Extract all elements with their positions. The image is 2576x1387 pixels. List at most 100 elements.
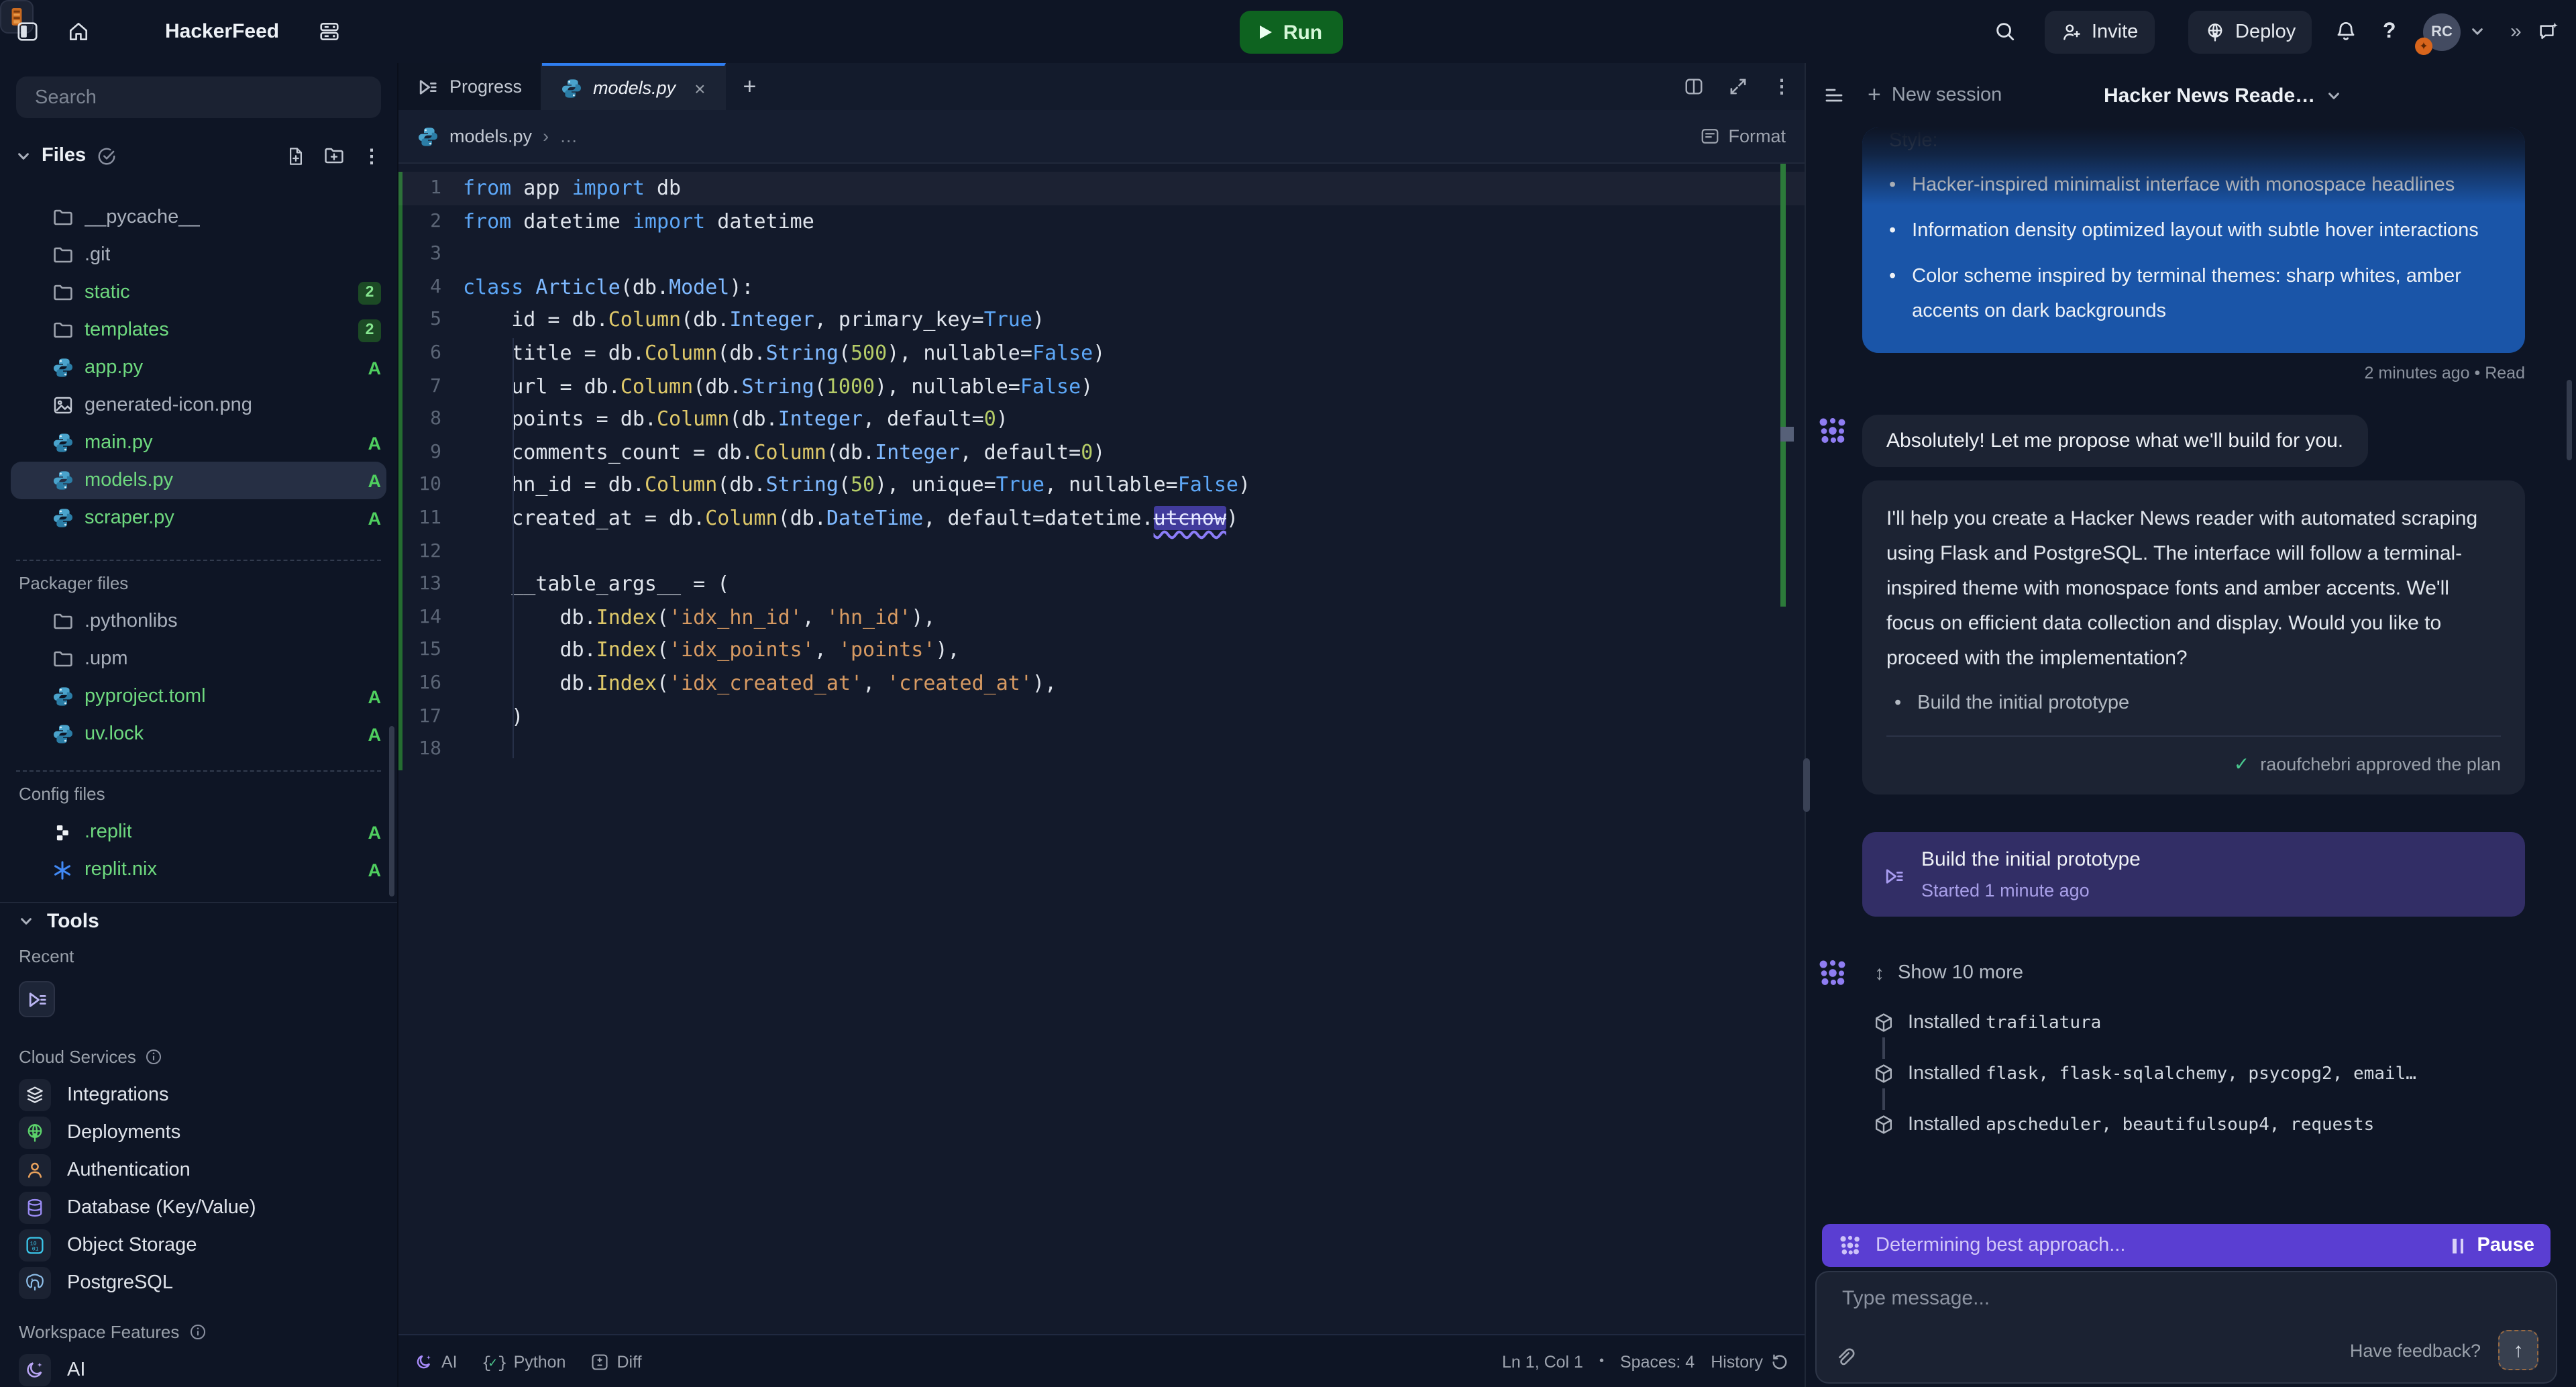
sidebar-item-integrations[interactable]: Integrations [0,1076,397,1114]
show-more-button[interactable]: Show 10 more [1898,962,2023,984]
indentation-setting[interactable]: Spaces: 4 [1620,1352,1695,1371]
send-button[interactable]: ↑ [2498,1330,2538,1370]
sidebar-item-database-key-value-[interactable]: Database (Key/Value) [0,1189,397,1227]
attachment-paperclip-icon[interactable] [1834,1347,1856,1369]
file-item-.replit[interactable]: .replitA [0,813,397,851]
message-input[interactable] [1839,1286,2349,1311]
chevron-down-icon[interactable] [2470,0,2485,63]
code-line-15[interactable]: 15 db.Index('idx_points', 'points'), [398,634,1805,667]
sidebar-item-authentication[interactable]: Authentication [0,1151,397,1189]
code-line-2[interactable]: 2from datetime import datetime [398,205,1805,238]
kebab-menu-icon[interactable]: ⋮ [1772,75,1791,98]
split-pane-icon[interactable] [1684,76,1704,97]
search-box[interactable] [16,76,381,118]
file-item-generated-icon.png[interactable]: generated-icon.png [0,387,397,424]
file-item-.git[interactable]: .git [0,236,397,274]
code-line-7[interactable]: 7 url = db.Column(db.String(1000), nulla… [398,370,1805,403]
format-button[interactable]: Format [1700,126,1786,146]
sidebar-item-postgresql[interactable]: PostgreSQL [0,1264,397,1302]
code-line-10[interactable]: 10 hn_id = db.Column(db.String(50), uniq… [398,469,1805,502]
feedback-link[interactable]: Have feedback? [2350,1341,2481,1361]
recent-tool-tile[interactable] [19,981,55,1017]
file-item-models.py[interactable]: models.pyA [0,462,397,499]
expand-icon[interactable] [1728,76,1748,97]
new-folder-icon[interactable] [323,145,345,166]
sidebar-item-deployments[interactable]: Deployments [0,1114,397,1151]
invite-button[interactable]: Invite [2045,11,2154,54]
file-item-__pycache__[interactable]: __pycache__ [0,199,397,236]
status-python-button[interactable]: {✓}Python [482,1352,566,1371]
deploy-button[interactable]: Deploy [2188,11,2312,54]
sidebar-scrollbar[interactable] [389,726,394,896]
file-item-scraper.py[interactable]: scraper.pyA [0,499,397,537]
code-line-8[interactable]: 8 points = db.Column(db.Integer, default… [398,403,1805,435]
file-item-replit.nix[interactable]: replit.nixA [0,851,397,888]
chat-scroll-area[interactable]: Style: •Hacker-inspired minimalist inter… [1806,127,2576,1215]
code-line-1[interactable]: 1from app import db [398,172,1805,205]
code-line-4[interactable]: 4class Article(db.Model): [398,271,1805,304]
indent-guide [513,338,514,758]
run-button[interactable]: Run [1240,11,1343,54]
session-title[interactable]: Hacker News Reade… [2104,84,2341,107]
kebab-menu-icon[interactable]: ⋮ [362,144,381,167]
deprecated-token: utcnow [1154,506,1226,530]
config-files-header: Config files [19,782,397,804]
sidebar-item-object-storage[interactable]: 1001Object Storage [0,1227,397,1264]
file-item-.pythonlibs[interactable]: .pythonlibs [0,603,397,640]
close-tab-icon[interactable]: × [694,77,705,99]
chat-scrollbar[interactable] [2567,380,2572,460]
status-ai-button[interactable]: AI [415,1352,458,1371]
message-composer[interactable]: Have feedback? ↑ [1815,1271,2557,1384]
code-line-13[interactable]: 13 __table_args__ = ( [398,568,1805,601]
help-icon[interactable]: ? [2383,0,2396,63]
chevron-down-icon [19,913,34,928]
tools-header[interactable]: Tools [19,909,397,933]
cursor-position[interactable]: Ln 1, Col 1 [1502,1352,1583,1371]
stack-icon[interactable] [318,0,341,63]
new-tab-button[interactable]: + [726,63,774,110]
project-title[interactable]: HackerFeed [165,0,279,63]
code-line-16[interactable]: 16 db.Index('idx_created_at', 'created_a… [398,667,1805,700]
task-card[interactable]: Build the initial prototype Started 1 mi… [1862,832,2525,917]
code-editor[interactable]: 1from app import db2from datetime import… [398,164,1805,1334]
file-item-uv.lock[interactable]: uv.lockA [0,715,397,753]
code-line-3[interactable]: 3 [398,238,1805,270]
file-item-app.py[interactable]: app.pyA [0,349,397,387]
chevrons-right-icon[interactable]: » [2510,0,2522,63]
code-line-5[interactable]: 5 id = db.Column(db.Integer, primary_key… [398,304,1805,337]
file-item-pyproject.toml[interactable]: pyproject.tomlA [0,678,397,715]
message-meta: 2 minutes ago • Read [1862,364,2525,388]
sidebar-item-ai[interactable]: AI [0,1351,397,1387]
sessions-list-icon[interactable] [1823,85,1845,106]
info-icon[interactable] [189,1323,206,1340]
search-icon[interactable] [1994,0,2017,63]
info-icon[interactable] [146,1047,163,1065]
new-session-button[interactable]: + New session [1868,82,2002,109]
line-number: 17 [398,700,463,733]
search-input[interactable] [32,85,365,109]
files-header: Files ⋮ [0,129,397,183]
code-line-12[interactable]: 12 [398,535,1805,568]
home-icon[interactable] [67,0,90,63]
chevron-down-icon[interactable] [16,148,31,163]
code-line-17[interactable]: 17 ) [398,700,1805,733]
pause-button[interactable]: Pause [2453,1235,2534,1256]
chat-sparkle-icon[interactable] [2537,0,2560,63]
new-file-icon[interactable] [286,146,306,166]
file-item-templates[interactable]: templates2 [0,311,397,349]
code-line-18[interactable]: 18 [398,733,1805,766]
tab-models-py[interactable]: models.py × [542,63,725,110]
tab-progress[interactable]: Progress [398,63,542,110]
code-line-11[interactable]: 11 created_at = db.Column(db.DateTime, d… [398,502,1805,535]
file-item-static[interactable]: static2 [0,274,397,311]
code-line-14[interactable]: 14 db.Index('idx_hn_id', 'hn_id'), [398,601,1805,633]
notifications-bell-icon[interactable] [2334,0,2357,63]
file-item-main.py[interactable]: main.pyA [0,424,397,462]
history-button[interactable]: History [1711,1352,1788,1371]
sidebar-toggle-icon[interactable] [16,0,39,63]
file-item-.upm[interactable]: .upm [0,640,397,678]
editor-scrollbar-marker[interactable] [1780,427,1794,442]
code-line-9[interactable]: 9 comments_count = db.Column(db.Integer,… [398,436,1805,469]
status-diff-button[interactable]: Diff [590,1352,641,1371]
code-line-6[interactable]: 6 title = db.Column(db.String(500), null… [398,337,1805,370]
